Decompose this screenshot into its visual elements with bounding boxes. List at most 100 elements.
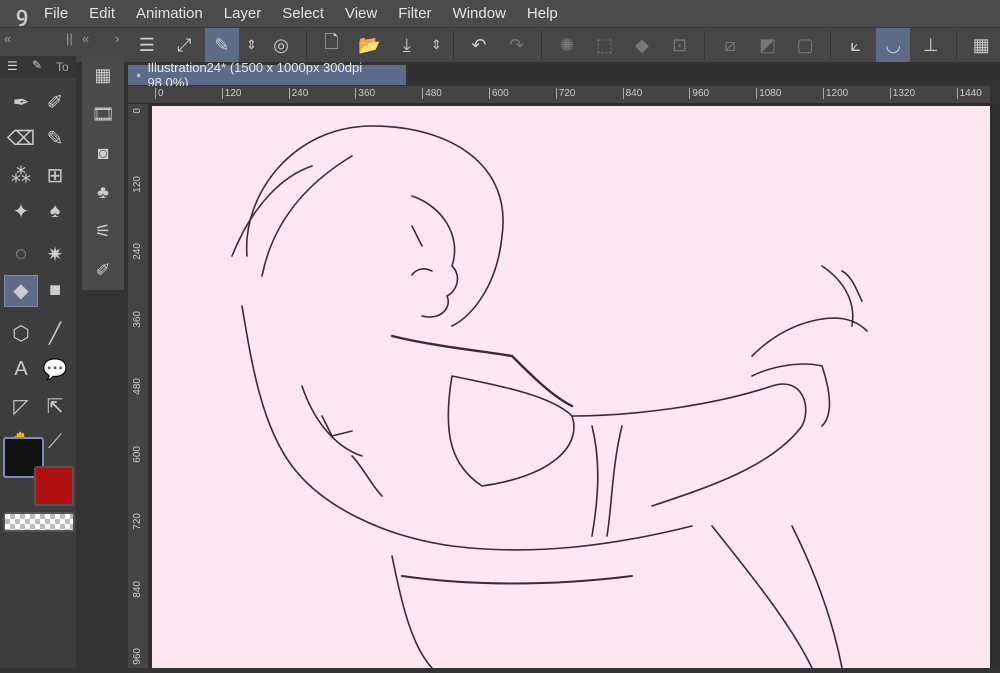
ruler-tick-label: 120	[221, 88, 241, 99]
ruler-snap-icon[interactable]: ⟀	[839, 28, 873, 62]
operation-tool[interactable]: ⬡	[4, 317, 38, 349]
decoration-tool[interactable]: ✎	[38, 123, 72, 155]
selection-border-icon[interactable]: ▢	[788, 28, 822, 62]
redo-icon[interactable]: ↷	[500, 28, 534, 62]
text-tool[interactable]: A	[4, 354, 38, 386]
ruler-tick-label: 240	[132, 243, 143, 260]
menu-view[interactable]: View	[345, 5, 377, 22]
new-file-icon[interactable]: 🗋	[315, 28, 349, 62]
ruler-tick-label: 720	[555, 88, 575, 99]
airbrush-tool[interactable]: ⁂	[4, 159, 38, 191]
special-ruler-snap-icon[interactable]: ◡	[876, 28, 910, 62]
menu-select[interactable]: Select	[282, 5, 324, 22]
toolbar-separator	[541, 31, 543, 59]
clear-selection-icon[interactable]: ✺	[550, 28, 584, 62]
ruler-tick-label: 480	[132, 378, 143, 395]
ruler-tick-label: 960	[132, 648, 143, 665]
expand-icon[interactable]: ›	[115, 31, 119, 46]
figure-line-tool[interactable]: ╱	[38, 317, 72, 349]
menu-window[interactable]: Window	[453, 5, 506, 22]
pencil-tool[interactable]: ✐	[38, 86, 72, 118]
tool-property-icon[interactable]: ⚟	[82, 212, 124, 250]
ruler-tool[interactable]: ◸	[4, 390, 38, 422]
ruler-tick-label: 1440	[956, 88, 982, 99]
ruler-tick-label: 600	[489, 88, 509, 99]
ruler-tick-label: 0	[132, 108, 143, 114]
ruler-tick-label: 0	[155, 88, 164, 99]
toolbar-separator	[305, 31, 307, 59]
toolbar-separator	[704, 31, 706, 59]
document-tab[interactable]: ● Illustration24* (1500 x 1000px 300dpi …	[128, 60, 406, 90]
smart-device-icon[interactable]: ▦	[965, 28, 999, 62]
ruler-tick-label: 240	[288, 88, 308, 99]
ruler-tick-label: 1320	[889, 88, 915, 99]
color-mixing-icon[interactable]: ♣	[82, 173, 124, 211]
ruler-tick-label: 720	[132, 513, 143, 530]
toolbar-separator	[955, 31, 957, 59]
tool-palette-tab[interactable]: ☰ ✎ To	[0, 56, 76, 78]
ruler-tick-label: 480	[422, 88, 442, 99]
frame-border-tool[interactable]: ⊞	[38, 159, 72, 191]
collapse-icon[interactable]: «	[82, 31, 89, 46]
auto-select-tool[interactable]: ✷	[38, 238, 72, 270]
transparent-color-swatch[interactable]	[3, 512, 75, 532]
open-file-icon[interactable]: 📂	[352, 28, 386, 62]
invert-selection-icon[interactable]: ◩	[751, 28, 785, 62]
sub-color-swatch[interactable]	[34, 466, 74, 506]
tab-dot-icon: ●	[136, 70, 142, 80]
ruler-tick-label: 360	[132, 310, 143, 328]
select-area-icon[interactable]: ⬚	[588, 28, 622, 62]
fill-tool[interactable]: ◆	[4, 274, 38, 307]
fill-selection-icon[interactable]: ◆	[625, 28, 659, 62]
quick-access-icon[interactable]: ✎	[205, 28, 239, 62]
palette-menu-icon[interactable]: ☰	[7, 59, 18, 73]
resize-canvas-icon[interactable]: ⤢	[168, 28, 202, 62]
collapse-left-icon[interactable]: «	[4, 31, 11, 46]
menu-filter[interactable]: Filter	[398, 5, 431, 22]
gradient-tool[interactable]: ■	[38, 275, 72, 307]
sub-tool-detail-icon[interactable]: ✐	[82, 251, 124, 289]
menu-file[interactable]: File	[44, 5, 68, 22]
lasso-selection-tool[interactable]: ◌	[4, 238, 38, 270]
ruler-tick-label: 600	[132, 445, 143, 463]
menu-edit[interactable]: Edit	[89, 5, 115, 22]
drawing-canvas[interactable]	[152, 106, 990, 669]
tool-tab-label: To	[56, 60, 69, 74]
menu-icon[interactable]: ☰	[130, 28, 164, 62]
ruler-tick-label: 840	[132, 580, 143, 598]
grid-snap-icon[interactable]: ⊥	[914, 28, 948, 62]
blend-tool[interactable]: ✦	[4, 196, 38, 228]
ruler-tick-label: 960	[689, 88, 709, 99]
clip-studio-cloud-icon[interactable]: ◎	[264, 28, 298, 62]
ruler-tick-label: 840	[622, 88, 642, 99]
layer-property-icon[interactable]: ◙	[82, 134, 124, 172]
sketch-artwork	[231, 125, 868, 669]
deselect-icon[interactable]: ⧄	[713, 28, 747, 62]
toolbar-separator	[829, 31, 831, 59]
color-set-icon[interactable]: ▦	[82, 56, 124, 94]
fill-blend-tool[interactable]: ♠	[38, 196, 72, 228]
up-down-icon[interactable]: ⇕	[427, 28, 445, 62]
ruler-tick-label: 360	[355, 88, 375, 99]
eraser-tool[interactable]: ⌫	[4, 123, 38, 155]
ruler-tick-label: 1080	[756, 88, 781, 99]
vertical-ruler: 0 120 240 360 480 600 720 840 960	[128, 104, 148, 668]
save-icon[interactable]: ⤓	[390, 28, 424, 62]
clip-studio-logo-icon[interactable]: ꝯ	[0, 0, 44, 27]
ruler-tick-label: 120	[132, 175, 143, 193]
timeline-icon[interactable]: 🎞	[82, 95, 124, 133]
toolbar-separator	[453, 31, 455, 59]
undo-icon[interactable]: ↶	[462, 28, 496, 62]
menu-help[interactable]: Help	[527, 5, 558, 22]
pen-tool[interactable]: ✒	[4, 86, 38, 118]
menu-layer[interactable]: Layer	[224, 5, 262, 22]
menu-animation[interactable]: Animation	[136, 5, 203, 22]
move-layer-tool[interactable]: ⇱	[38, 390, 72, 422]
grip-icon[interactable]: ||	[66, 31, 73, 46]
ruler-tick-label: 1200	[823, 88, 848, 99]
command-bar: ☰ ⤢ ✎ ⇕ ◎ 🗋 📂 ⤓ ⇕ ↶ ↷ ✺ ⬚ ◆ ⊡ ⧄ ◩ ▢ ⟀ ◡ ⊥ ▦	[128, 28, 1000, 62]
sub-panel-column: ▦ 🎞 ◙ ♣ ⚟ ✐	[82, 56, 124, 290]
transform-icon[interactable]: ⊡	[663, 28, 697, 62]
balloon-tool[interactable]: 💬	[38, 354, 72, 386]
up-down-icon[interactable]: ⇕	[243, 28, 261, 62]
